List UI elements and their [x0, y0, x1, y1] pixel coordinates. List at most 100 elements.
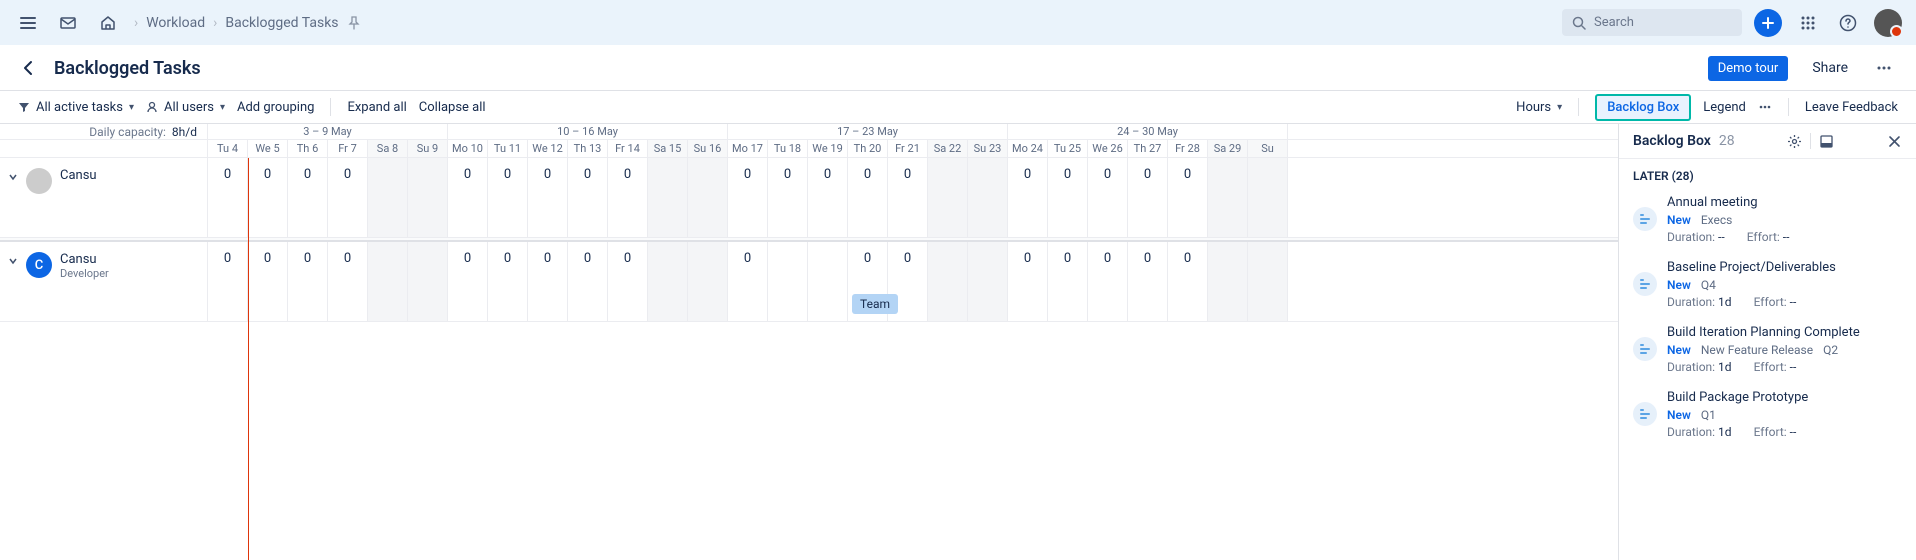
day-header-cell: Th 27	[1128, 140, 1168, 157]
filter-dropdown[interactable]: All active tasks ▾	[18, 100, 134, 115]
workload-cell[interactable]: 0	[528, 242, 568, 321]
workload-cell[interactable]: 0	[328, 242, 368, 321]
add-grouping-button[interactable]: Add grouping	[237, 100, 314, 115]
workload-cell[interactable]: 0	[488, 158, 528, 237]
users-dropdown[interactable]: All users ▾	[146, 100, 225, 115]
workload-cell[interactable]: 0	[1168, 158, 1208, 237]
workload-cell[interactable]: 0	[248, 158, 288, 237]
view-toolbar: All active tasks ▾ All users ▾ Add group…	[0, 90, 1916, 124]
workload-cell[interactable]: 0	[568, 242, 608, 321]
workload-cell[interactable]: .	[408, 242, 448, 321]
workload-cell[interactable]: 0	[1128, 158, 1168, 237]
chevron-down-icon: ▾	[129, 102, 134, 113]
workload-cell[interactable]: 0	[448, 158, 488, 237]
status-badge: New	[1667, 408, 1691, 422]
workload-cell[interactable]: .	[768, 242, 808, 321]
mail-icon[interactable]	[54, 9, 82, 37]
workload-cell[interactable]: .	[368, 158, 408, 237]
workload-cell[interactable]: 0	[248, 242, 288, 321]
workload-cell[interactable]: 0	[1048, 242, 1088, 321]
pin-icon[interactable]	[347, 16, 361, 30]
workload-cell[interactable]: 0	[1088, 242, 1128, 321]
day-header-cell: We 5	[248, 140, 288, 157]
workload-cell[interactable]: .	[688, 158, 728, 237]
workload-cell[interactable]: 0	[1048, 158, 1088, 237]
workload-cell[interactable]: 0	[448, 242, 488, 321]
back-button[interactable]	[20, 59, 38, 77]
workload-cell[interactable]: .	[1208, 242, 1248, 321]
layout-icon[interactable]	[1819, 134, 1834, 149]
backlog-box-button[interactable]: Backlog Box	[1595, 94, 1691, 121]
workload-cell[interactable]: 0	[568, 158, 608, 237]
workload-cell[interactable]: .	[1248, 158, 1288, 237]
workload-cell[interactable]: .	[1248, 242, 1288, 321]
user-avatar[interactable]	[1874, 9, 1902, 37]
workload-cell[interactable]: 0	[848, 158, 888, 237]
workload-cell[interactable]: 0	[728, 242, 768, 321]
home-icon[interactable]	[94, 9, 122, 37]
task-icon	[1633, 337, 1657, 361]
workload-cell[interactable]: 0	[1008, 158, 1048, 237]
workload-cell[interactable]: 0	[1008, 242, 1048, 321]
leave-feedback-button[interactable]: Leave Feedback	[1805, 100, 1898, 115]
backlog-item[interactable]: Build Iteration Planning CompleteNewNew …	[1619, 317, 1916, 382]
more-icon[interactable]	[1758, 100, 1772, 114]
workload-cell[interactable]: 0	[808, 158, 848, 237]
divider	[1810, 133, 1811, 149]
person-avatar: C	[26, 252, 52, 278]
workload-cell[interactable]: .	[648, 158, 688, 237]
share-button[interactable]: Share	[1804, 55, 1856, 81]
workload-cell[interactable]: 0	[728, 158, 768, 237]
workload-cell[interactable]: .	[808, 242, 848, 321]
close-icon[interactable]	[1887, 134, 1902, 149]
backlog-item[interactable]: Baseline Project/DeliverablesNewQ4Durati…	[1619, 252, 1916, 317]
breadcrumb-item[interactable]: Workload	[146, 15, 205, 31]
day-header-cell: Sa 29	[1208, 140, 1248, 157]
search-input[interactable]: Search	[1562, 9, 1742, 36]
workload-cell[interactable]: .	[648, 242, 688, 321]
backlog-item[interactable]: Annual meetingNewExecsDuration: --Effort…	[1619, 187, 1916, 252]
workload-cell[interactable]: 0	[1168, 242, 1208, 321]
workload-cell[interactable]: .	[968, 158, 1008, 237]
hamburger-icon[interactable]	[14, 9, 42, 37]
workload-cell[interactable]: .	[688, 242, 728, 321]
backlog-item-tag: Q2	[1823, 343, 1838, 357]
workload-cell[interactable]: 0	[768, 158, 808, 237]
workload-cell[interactable]: .	[368, 242, 408, 321]
more-icon[interactable]	[1872, 56, 1896, 80]
workload-cell[interactable]: .	[968, 242, 1008, 321]
backlog-section-header[interactable]: LATER (28)	[1619, 159, 1916, 187]
workload-cell[interactable]: 0	[328, 158, 368, 237]
help-icon[interactable]	[1834, 9, 1862, 37]
apps-icon[interactable]	[1794, 9, 1822, 37]
workload-cell[interactable]: 0	[208, 242, 248, 321]
workload-cell[interactable]: .	[928, 158, 968, 237]
workload-cell[interactable]: .	[408, 158, 448, 237]
demo-tour-button[interactable]: Demo tour	[1708, 56, 1789, 81]
workload-cell[interactable]: 0	[288, 242, 328, 321]
expand-all-button[interactable]: Expand all	[347, 100, 406, 115]
chevron-down-icon[interactable]	[8, 172, 18, 182]
legend-button[interactable]: Legend	[1703, 100, 1746, 115]
breadcrumb-item[interactable]: Backlogged Tasks	[225, 15, 338, 31]
workload-cell[interactable]: 0	[1128, 242, 1168, 321]
workload-cell[interactable]: 0	[528, 158, 568, 237]
backlog-item[interactable]: Build Package PrototypeNewQ1Duration: 1d…	[1619, 382, 1916, 447]
collapse-all-button[interactable]: Collapse all	[419, 100, 486, 115]
workload-cell[interactable]: 0	[608, 242, 648, 321]
workload-cell[interactable]: 0	[488, 242, 528, 321]
gear-icon[interactable]	[1787, 134, 1802, 149]
workload-cell[interactable]: 0	[888, 158, 928, 237]
workload-cell[interactable]: .	[1208, 158, 1248, 237]
person-info[interactable]: Cansu	[0, 158, 208, 237]
chevron-down-icon[interactable]	[8, 256, 18, 266]
workload-cell[interactable]: 0	[208, 158, 248, 237]
team-chip[interactable]: Team	[852, 294, 898, 314]
hours-dropdown[interactable]: Hours ▾	[1516, 100, 1562, 115]
workload-cell[interactable]: 0	[1088, 158, 1128, 237]
person-info[interactable]: CCansuDeveloper	[0, 242, 208, 321]
add-button[interactable]	[1754, 9, 1782, 37]
workload-cell[interactable]: 0	[608, 158, 648, 237]
workload-cell[interactable]: .	[928, 242, 968, 321]
workload-cell[interactable]: 0	[288, 158, 328, 237]
